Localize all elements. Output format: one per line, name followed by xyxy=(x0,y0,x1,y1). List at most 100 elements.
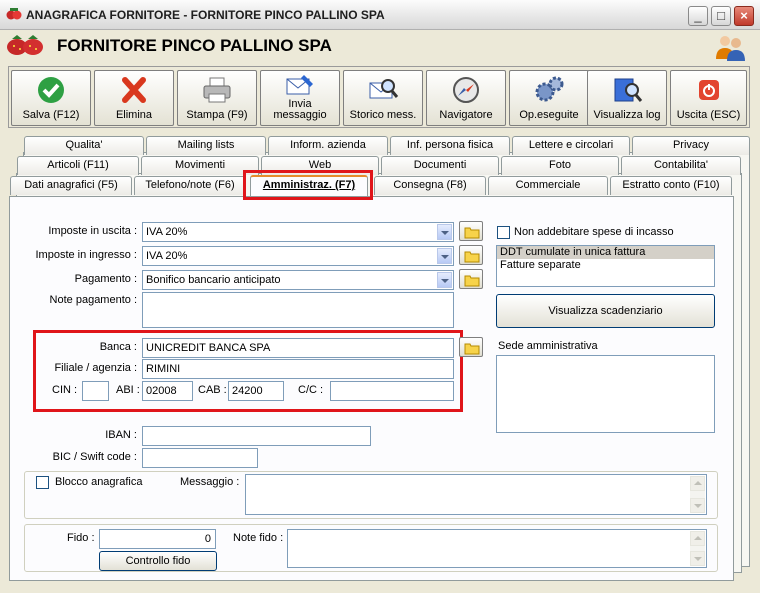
tab-articoli[interactable]: Articoli (F11) xyxy=(17,156,139,175)
banca-label: Banca : xyxy=(99,341,137,353)
tab-inform-azienda[interactable]: Inform. azienda xyxy=(268,136,388,155)
bic-field[interactable] xyxy=(142,448,258,468)
operations-button[interactable]: Op.eseguite xyxy=(509,70,589,126)
pagamento-select[interactable]: Bonifico bancario anticipato xyxy=(142,270,454,290)
save-label: Salva (F12) xyxy=(22,109,80,121)
tab-lettere-circolari[interactable]: Lettere e circolari xyxy=(512,136,630,155)
tab-documenti[interactable]: Documenti xyxy=(381,156,499,175)
folder-icon xyxy=(464,227,480,239)
tab-estratto-conto[interactable]: Estratto conto (F10) xyxy=(610,176,732,195)
imposte-ingresso-folder-button[interactable] xyxy=(459,245,483,265)
chevron-down-icon[interactable] xyxy=(437,224,452,240)
book-search-icon xyxy=(614,78,643,102)
tab-qualita[interactable]: Qualita' xyxy=(24,136,144,155)
blocco-anagrafica-checkbox[interactable] xyxy=(36,476,49,489)
app-icon xyxy=(6,8,22,20)
imposte-ingresso-label: Imposte in ingresso : xyxy=(35,249,138,261)
send-message-label-2: messaggio xyxy=(273,109,327,121)
cab-field[interactable]: 24200 xyxy=(228,381,284,401)
tab-commerciale[interactable]: Commerciale xyxy=(488,176,608,195)
compass-icon xyxy=(453,77,479,103)
sede-amministrativa-field[interactable] xyxy=(496,355,715,433)
abi-label: ABI : xyxy=(116,384,140,396)
mail-pen-icon xyxy=(286,75,313,95)
note-pagamento-label: Note pagamento : xyxy=(49,294,137,306)
tab-privacy[interactable]: Privacy xyxy=(632,136,750,155)
folder-icon xyxy=(464,343,480,355)
tab-contabilita[interactable]: Contabilita' xyxy=(621,156,741,175)
messaggio-field[interactable] xyxy=(245,474,707,515)
imposte-uscita-select[interactable]: IVA 20% xyxy=(142,222,454,242)
abi-field[interactable]: 02008 xyxy=(142,381,193,401)
window-title: ANAGRAFICA FORNITORE - FORNITORE PINCO P… xyxy=(26,8,385,22)
printer-icon xyxy=(203,77,231,103)
cc-field[interactable] xyxy=(330,381,454,401)
pagamento-value: Bonifico bancario anticipato xyxy=(146,274,281,286)
minimize-button[interactable]: _ xyxy=(688,6,708,26)
print-button[interactable]: Stampa (F9) xyxy=(177,70,257,126)
controllo-fido-button[interactable]: Controllo fido xyxy=(99,551,217,571)
filiale-field[interactable]: RIMINI xyxy=(142,359,454,379)
imposte-ingresso-select[interactable]: IVA 20% xyxy=(142,246,454,266)
scroll-up-icon[interactable] xyxy=(690,476,705,491)
power-icon xyxy=(698,80,719,100)
tab-consegna[interactable]: Consegna (F8) xyxy=(374,176,486,195)
exit-label: Uscita (ESC) xyxy=(676,109,741,121)
fido-label: Fido : xyxy=(67,532,95,544)
message-history-button[interactable]: Storico mess. xyxy=(343,70,423,126)
note-fido-scrollbar[interactable] xyxy=(690,531,705,566)
non-addebitare-checkbox[interactable] xyxy=(497,226,510,239)
note-fido-label: Note fido : xyxy=(233,532,284,544)
gears-icon xyxy=(535,76,564,102)
list-item[interactable]: DDT cumulate in unica fattura xyxy=(497,246,714,259)
delete-button[interactable]: Elimina xyxy=(94,70,174,126)
delete-label: Elimina xyxy=(115,109,153,121)
imposte-uscita-folder-button[interactable] xyxy=(459,221,483,241)
fido-field[interactable]: 0 xyxy=(99,529,216,549)
title-bar[interactable]: ANAGRAFICA FORNITORE - FORNITORE PINCO P… xyxy=(0,0,760,30)
tab-movimenti[interactable]: Movimenti xyxy=(141,156,259,175)
page-title: FORNITORE PINCO PALLINO SPA xyxy=(57,36,332,55)
pagamento-folder-button[interactable] xyxy=(459,269,483,289)
close-button[interactable]: × xyxy=(734,6,754,26)
scroll-down-icon[interactable] xyxy=(690,551,705,566)
tab-telefono-note[interactable]: Telefono/note (F6) xyxy=(134,176,246,195)
navigator-label: Navigatore xyxy=(439,109,493,121)
navigator-button[interactable]: Navigatore xyxy=(426,70,506,126)
tab-dati-anagrafici[interactable]: Dati anagrafici (F5) xyxy=(10,176,132,195)
scroll-up-icon[interactable] xyxy=(690,531,705,546)
tab-mailing-lists[interactable]: Mailing lists xyxy=(146,136,266,155)
list-item[interactable]: Fatture separate xyxy=(497,259,714,272)
non-addebitare-label: Non addebitare spese di incasso xyxy=(514,226,674,238)
messaggio-scrollbar[interactable] xyxy=(690,476,705,513)
users-icon[interactable] xyxy=(714,33,746,61)
cin-field[interactable] xyxy=(82,381,109,401)
tab-inf-persona-fisica[interactable]: Inf. persona fisica xyxy=(390,136,510,155)
scroll-down-icon[interactable] xyxy=(690,498,705,513)
chevron-down-icon[interactable] xyxy=(437,248,452,264)
strawberry-logo-icon xyxy=(7,35,43,55)
view-log-label: Visualizza log xyxy=(593,109,661,121)
imposte-ingresso-value: IVA 20% xyxy=(146,250,188,262)
filiale-label: Filiale / agenzia : xyxy=(54,362,137,374)
view-log-button[interactable]: Visualizza log xyxy=(587,70,667,126)
folder-icon xyxy=(464,251,480,263)
note-fido-field[interactable] xyxy=(287,529,707,568)
maximize-button[interactable]: □ xyxy=(711,6,731,26)
visualizza-scadenziario-button[interactable]: Visualizza scadenziario xyxy=(496,294,715,328)
chevron-down-icon[interactable] xyxy=(437,272,452,288)
note-pagamento-field[interactable] xyxy=(142,292,454,328)
banca-folder-button[interactable] xyxy=(459,337,483,357)
cin-label: CIN : xyxy=(52,384,78,396)
check-icon xyxy=(38,77,64,103)
iban-field[interactable] xyxy=(142,426,371,446)
exit-button[interactable]: Uscita (ESC) xyxy=(670,70,747,126)
save-button[interactable]: Salva (F12) xyxy=(11,70,91,126)
tab-highlight-box xyxy=(243,170,373,200)
blocco-anagrafica-label: Blocco anagrafica xyxy=(55,476,143,488)
banca-field[interactable]: UNICREDIT BANCA SPA xyxy=(142,338,454,358)
tab-foto[interactable]: Foto xyxy=(501,156,619,175)
send-message-button[interactable]: Invia messaggio xyxy=(260,70,340,126)
operations-label: Op.eseguite xyxy=(519,109,579,121)
ddt-listbox[interactable]: DDT cumulate in unica fattura Fatture se… xyxy=(496,245,715,287)
